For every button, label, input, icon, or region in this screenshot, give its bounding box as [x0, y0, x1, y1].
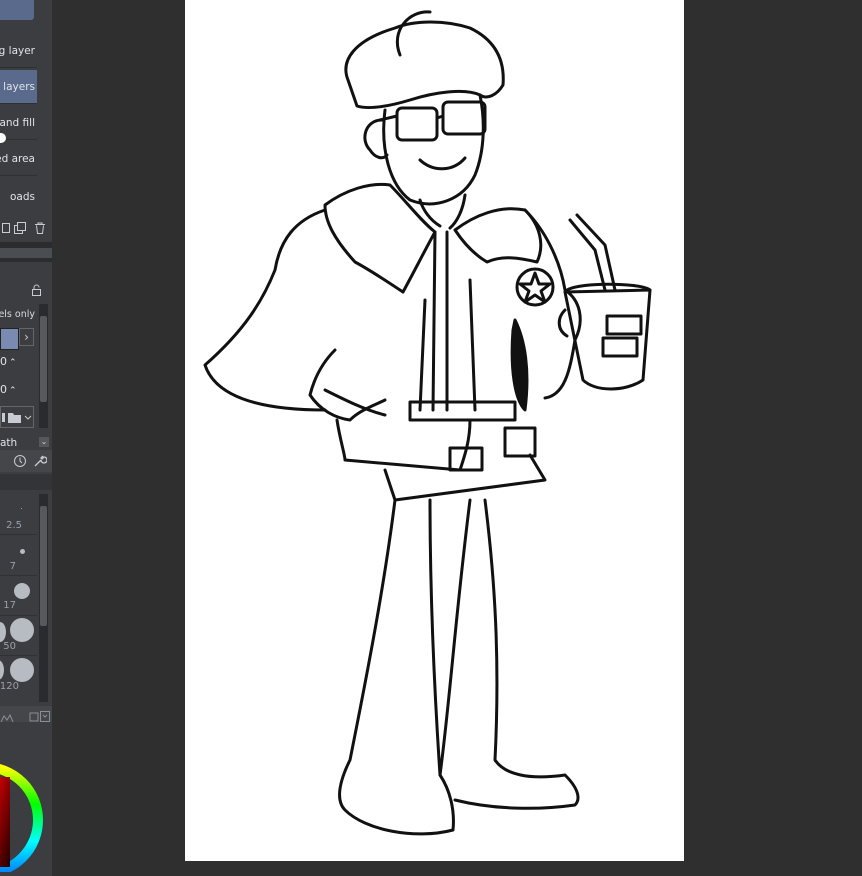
brush-size-value: 50 — [3, 641, 16, 652]
menu-item-stroke-and-fill[interactable]: e and fill — [0, 106, 37, 140]
brush-size-cell[interactable]: 120 — [0, 655, 37, 695]
brush-preview-dot — [10, 658, 34, 682]
brush-size-cell[interactable]: 2.5 — [0, 494, 37, 535]
property-scrollbar[interactable] — [39, 304, 48, 428]
menu-item-new-layer[interactable]: ng layer — [0, 34, 37, 68]
brush-size-value: 17 — [3, 600, 16, 611]
brush-preview-dot — [21, 508, 22, 509]
brush-preview-dot — [10, 618, 34, 642]
brush-preview-dot — [14, 583, 30, 599]
brush-size-cell[interactable]: 17 — [0, 575, 37, 616]
panel-divider — [0, 258, 52, 262]
lock-icon[interactable] — [31, 284, 43, 296]
line-art-drawing — [203, 10, 652, 836]
folder-dropdown[interactable] — [0, 406, 34, 428]
color-wheel[interactable] — [0, 742, 50, 876]
value-1: 0 — [0, 355, 7, 368]
brush-size-cell[interactable]: 50 — [0, 615, 37, 656]
chevron-down-icon[interactable]: ⌄ — [39, 437, 49, 447]
brush-size-value: 7 — [9, 561, 16, 572]
menu-item-other-layers[interactable]: er layers — [0, 70, 37, 104]
property-scroll-thumb[interactable] — [40, 316, 47, 402]
brush-footer-icon[interactable] — [28, 708, 50, 722]
brush-size-value: 120 — [0, 681, 19, 692]
drawing-canvas[interactable] — [185, 0, 684, 861]
color-swatch[interactable] — [0, 328, 19, 350]
wrench-icon[interactable] — [33, 453, 48, 472]
brush-size-cell[interactable]: 7 — [0, 535, 37, 576]
value-2: 0 — [0, 383, 7, 396]
stepper-icon[interactable]: ⌃ — [9, 386, 17, 396]
brush-size-value: 2.5 — [6, 520, 22, 531]
left-panel: ng layer er layers e and fill ed area oa… — [0, 0, 52, 876]
brush-scroll-thumb[interactable] — [40, 506, 47, 626]
brush-preview-dot — [0, 660, 4, 680]
stepper-icon[interactable]: ⌃ — [9, 358, 17, 368]
brush-preview-dot — [20, 549, 25, 554]
brush-scrollbar[interactable] — [39, 494, 48, 702]
timer-icon[interactable] — [13, 453, 27, 472]
brush-preview-dot — [0, 622, 6, 642]
duplicate-layer-icon[interactable] — [14, 222, 26, 234]
panel-divider — [0, 474, 52, 490]
chevron-right-icon[interactable]: › — [19, 328, 34, 346]
pixels-only-label: ixels only — [0, 309, 35, 320]
menu-item-downloads[interactable]: oads — [0, 180, 37, 214]
path-label: ath — [0, 437, 18, 449]
value-field-2[interactable]: 0 ⌃ — [0, 383, 34, 401]
menu-item-selected-area[interactable]: ed area — [0, 142, 37, 176]
delete-layer-icon[interactable] — [34, 222, 46, 234]
top-button[interactable] — [0, 0, 34, 20]
value-field-1[interactable]: 0 ⌃ — [0, 355, 34, 373]
brush-footer-icon[interactable] — [0, 708, 14, 723]
new-layer-icon[interactable] — [0, 222, 12, 234]
folder-icon — [2, 413, 32, 423]
panel-header — [0, 248, 52, 258]
